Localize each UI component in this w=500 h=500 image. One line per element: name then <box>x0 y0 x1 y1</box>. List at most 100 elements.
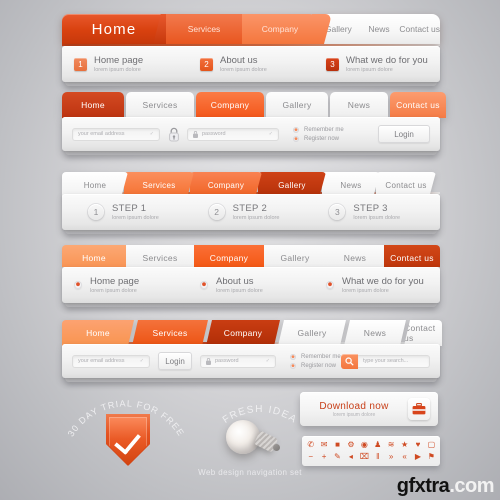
search-input[interactable]: type your search... <box>358 354 430 368</box>
volume-icon[interactable]: ◂ <box>344 451 357 463</box>
phone-icon[interactable]: ✆ <box>304 439 317 451</box>
step-circle-badge: 1 <box>88 204 104 220</box>
password-field-bar2[interactable]: password ✓ <box>187 127 279 141</box>
tab-label: Home <box>83 180 107 190</box>
tab-label: Contact us <box>399 24 440 34</box>
nav-bar-5-tab-services[interactable]: Services <box>132 320 208 346</box>
tab-label: Home <box>82 253 106 263</box>
speech-bubble-icon[interactable]: ▢ <box>425 439 438 451</box>
icon-palette-row-2: − + ✎ ◂ ⌧ ‖ » « ▶ ⚑ <box>304 451 438 463</box>
nav-bar-5-tab-gallery[interactable]: Gallery <box>278 320 346 346</box>
tab-label: Gallery <box>282 100 312 110</box>
step-cell[interactable]: 2 STEP 2 lorem ipsum dolore <box>199 203 320 222</box>
heart-icon[interactable]: ♥ <box>411 439 424 451</box>
register-now-radio[interactable]: Register now <box>293 135 344 142</box>
pin-icon[interactable]: ⚑ <box>425 451 438 463</box>
target-icon[interactable]: ◉ <box>358 439 371 451</box>
radio-dot-icon <box>290 362 296 369</box>
check-icon: ✓ <box>268 131 273 137</box>
nav-bar-3: Home Services Company Gallery News Conta… <box>62 172 440 234</box>
login-label: Login <box>394 129 414 139</box>
nav-bar-4-tab-gallery[interactable]: Gallery <box>264 245 326 267</box>
feature-cell[interactable]: About us lorem ipsum dolore <box>188 276 314 295</box>
rss-icon[interactable]: ≋ <box>384 439 397 451</box>
step-sub: lorem ipsum dolore <box>353 214 401 221</box>
nav-bar-1-tab-company[interactable]: Company <box>242 14 318 44</box>
forward-icon[interactable]: » <box>384 451 397 463</box>
nav-bar-3-tabs: Home Services Company Gallery News Conta… <box>62 172 440 192</box>
envelope-icon[interactable]: ✉ <box>317 439 330 451</box>
plus-icon[interactable]: + <box>317 451 330 463</box>
nav-bar-5-tab-company[interactable]: Company <box>206 320 280 346</box>
step-cell[interactable]: 3 STEP 3 lorem ipsum dolore <box>319 203 440 222</box>
check-icon: ✓ <box>149 131 154 137</box>
tab-label: Gallery <box>280 253 310 263</box>
feature-cell[interactable]: What we do for you lorem ipsum dolore <box>314 276 440 295</box>
nav-bar-4-tab-news[interactable]: News <box>326 245 384 267</box>
nav-bar-2-tab-services[interactable]: Services <box>126 92 194 118</box>
bullet-icon <box>326 281 334 289</box>
briefcase-icon[interactable]: ■ <box>331 439 344 451</box>
nav-bar-5-tab-news[interactable]: News <box>344 320 406 346</box>
trash-icon[interactable]: ⌧ <box>358 451 371 463</box>
star-icon[interactable]: ★ <box>398 439 411 451</box>
nav-bar-2-tab-company[interactable]: Company <box>196 92 264 118</box>
password-field-bar5[interactable]: password ✓ <box>200 354 276 368</box>
play-icon[interactable]: ▶ <box>411 451 424 463</box>
login-button-bar5[interactable]: Login <box>158 352 192 370</box>
download-text-group: Download now lorem ipsum dolore <box>300 401 408 418</box>
tab-label: News <box>343 253 367 263</box>
feature-cell[interactable]: 3 What we do for you lorem ipsum dolore <box>314 55 440 74</box>
user-icon[interactable]: ♟ <box>371 439 384 451</box>
nav-bar-1-tab-home[interactable]: Home <box>62 14 166 44</box>
radio-dot-icon <box>290 353 296 360</box>
email-placeholder: your email address <box>78 131 125 137</box>
lightbulb-tip <box>273 444 280 451</box>
nav-bar-5-tab-home[interactable]: Home <box>62 320 134 346</box>
pencil-icon[interactable]: ✎ <box>331 451 344 463</box>
nav-bar-2-tab-news[interactable]: News <box>330 92 388 118</box>
search-icon[interactable] <box>341 353 358 369</box>
minus-icon[interactable]: − <box>304 451 317 463</box>
nav-bar-1-tab-contact[interactable]: Contact us <box>399 24 440 34</box>
email-field-bar5[interactable]: your email address ✓ <box>72 354 150 368</box>
nav-bar-1-tabs-inactive: Gallery News Contact us <box>318 14 440 44</box>
nav-bar-4-tab-company[interactable]: Company <box>194 245 264 267</box>
nav-bar-1-tab-services[interactable]: Services <box>166 14 242 44</box>
download-now-button[interactable]: Download now lorem ipsum dolore <box>300 392 438 426</box>
email-field-bar2[interactable]: your email address ✓ <box>72 127 160 141</box>
feature-cell[interactable]: 2 About us lorem ipsum dolore <box>188 55 314 74</box>
nav-bar-4-tab-home[interactable]: Home <box>62 245 126 267</box>
briefcase-icon <box>408 398 430 420</box>
nav-bar-4-tab-services[interactable]: Services <box>126 245 194 267</box>
step-cell[interactable]: 1 STEP 1 lorem ipsum dolore <box>62 203 199 222</box>
nav-bar-4-tab-contact[interactable]: Contact us <box>384 245 440 267</box>
pause-icon[interactable]: ‖ <box>371 451 384 463</box>
rewind-icon[interactable]: « <box>398 451 411 463</box>
bullet-icon <box>200 281 208 289</box>
feature-cell[interactable]: Home page lorem ipsum dolore <box>62 276 188 295</box>
feature-title: About us <box>220 54 258 66</box>
register-now-radio[interactable]: Register now <box>290 362 341 369</box>
step-sub: lorem ipsum dolore <box>232 214 280 221</box>
nav-bar-5-tab-contact[interactable]: Contact us <box>404 320 442 346</box>
search-placeholder: type your search... <box>363 358 409 364</box>
tab-label: News <box>347 100 371 110</box>
login-button-bar2[interactable]: Login <box>378 125 430 143</box>
nav-bar-2-tab-contact[interactable]: Contact us <box>390 92 446 118</box>
nav-bar-2-tab-gallery[interactable]: Gallery <box>266 92 328 118</box>
nav-bar-5: Home Services Company Gallery News Conta… <box>62 320 442 382</box>
feature-title: Home page <box>94 54 144 66</box>
tab-label: Contact us <box>396 100 440 110</box>
shield-inner <box>109 417 147 466</box>
nav-bar-1-tab-news[interactable]: News <box>359 24 400 34</box>
feature-sub: lorem ipsum dolore <box>346 66 393 73</box>
gear-icon[interactable]: ⚙ <box>344 439 357 451</box>
feature-cell[interactable]: 1 Home page lorem ipsum dolore <box>62 55 188 74</box>
feature-title: Home page <box>90 275 140 287</box>
nav-bar-4-panel: Home page lorem ipsum dolore About us lo… <box>62 267 440 307</box>
icon-palette: ✆ ✉ ■ ⚙ ◉ ♟ ≋ ★ ♥ ▢ − + ✎ ◂ ⌧ ‖ » « ▶ ⚑ <box>302 436 440 466</box>
nav-bar-2-tab-home[interactable]: Home <box>62 92 124 118</box>
remember-me-radio[interactable]: Remember me <box>290 353 341 360</box>
remember-me-radio[interactable]: Remember me <box>293 126 344 133</box>
